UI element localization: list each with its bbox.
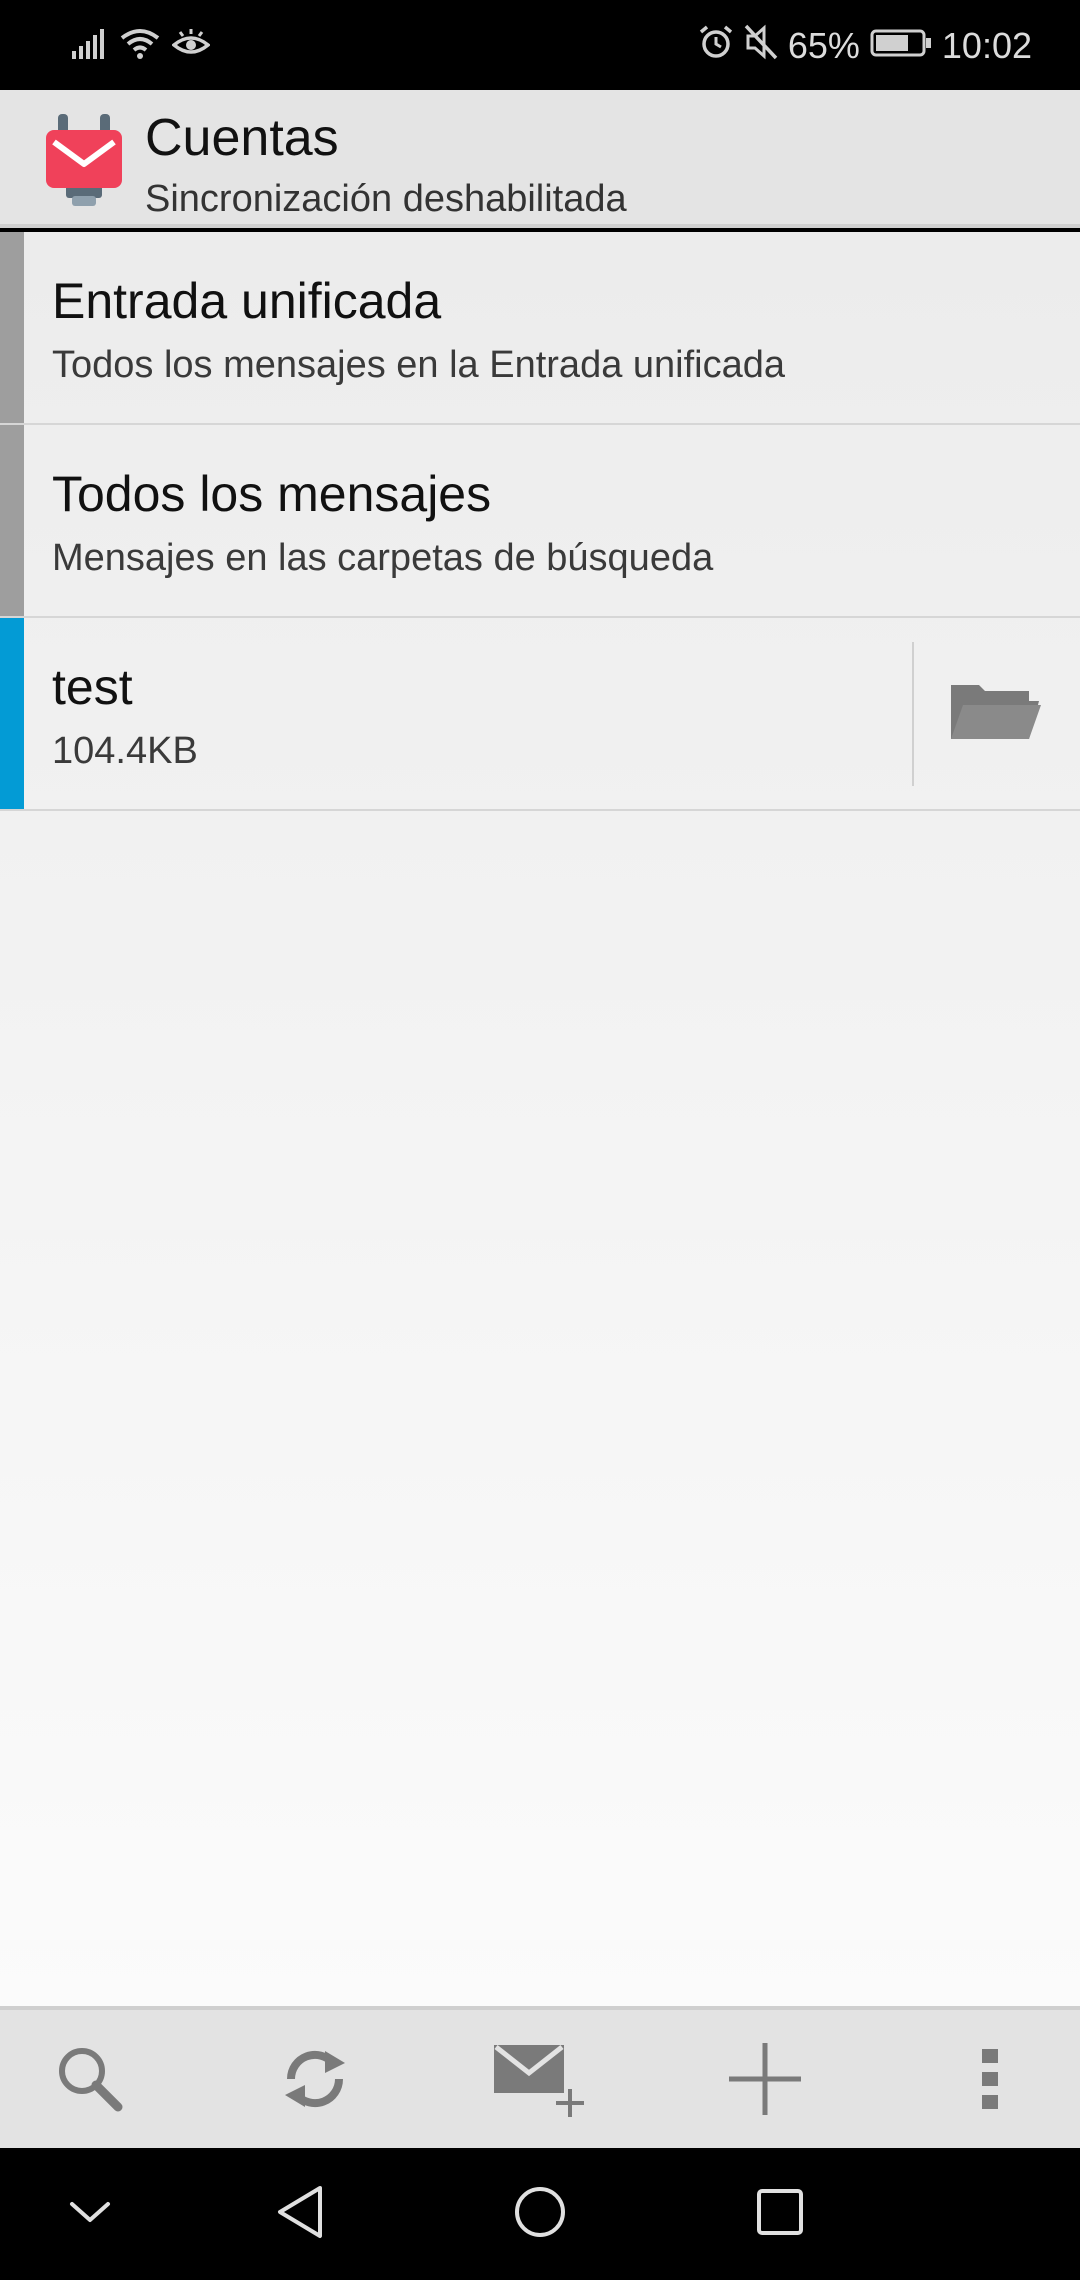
battery-icon (870, 25, 932, 67)
account-title: Todos los mensajes (52, 466, 492, 522)
row-indicator (0, 232, 24, 423)
home-button[interactable] (504, 2178, 576, 2250)
back-button[interactable] (264, 2178, 336, 2250)
home-icon (512, 2184, 568, 2245)
account-size: 104.4KB (52, 730, 198, 772)
folder-open-icon (949, 679, 1041, 748)
page-title: Cuentas (145, 109, 339, 167)
eye-comfort-icon (171, 28, 211, 64)
search-icon (54, 2043, 126, 2120)
row-indicator (0, 425, 24, 616)
refresh-button[interactable] (270, 2036, 360, 2126)
account-subtitle: Mensajes en las carpetas de búsqueda (52, 537, 714, 579)
bottom-toolbar (0, 2006, 1080, 2148)
sync-status: Sincronización deshabilitada (145, 178, 627, 220)
compose-button[interactable] (490, 2036, 590, 2126)
wifi-icon (120, 28, 160, 65)
refresh-icon (279, 2043, 351, 2120)
search-button[interactable] (45, 2036, 135, 2126)
add-account-button[interactable] (720, 2036, 810, 2126)
alarm-icon (698, 24, 734, 69)
more-options-button[interactable] (945, 2036, 1035, 2126)
back-icon (274, 2184, 326, 2245)
divider (912, 642, 914, 786)
compose-icon (492, 2041, 588, 2122)
account-list: Entrada unificada Todos los mensajes en … (0, 232, 1080, 2006)
folders-button[interactable] (930, 658, 1060, 768)
account-title: test (52, 659, 133, 715)
signal-icon (72, 28, 108, 64)
account-row-unified-inbox[interactable]: Entrada unificada Todos los mensajes en … (0, 232, 1080, 425)
account-subtitle: Todos los mensajes en la Entrada unifica… (52, 344, 786, 386)
mute-icon (744, 24, 778, 69)
account-row-all-messages[interactable]: Todos los mensajes Mensajes en las carpe… (0, 425, 1080, 618)
app-bar: Cuentas Sincronización deshabilitada (0, 90, 1080, 228)
navigation-bar (0, 2148, 1080, 2280)
row-indicator (0, 618, 24, 809)
recents-button[interactable] (744, 2178, 816, 2250)
clock: 10:02 (941, 25, 1032, 66)
collapse-nav-button[interactable] (54, 2178, 126, 2250)
more-vert-icon (978, 2047, 1002, 2116)
screen: 65% 10:02 Cuentas Sincronización deshabi… (0, 0, 1080, 2280)
collapse-icon (68, 2198, 112, 2231)
battery-percent: 65% (787, 25, 860, 66)
status-bar: 65% 10:02 (0, 0, 1080, 90)
account-title: Entrada unificada (52, 273, 442, 329)
recents-icon (755, 2187, 805, 2242)
app-logo (42, 114, 126, 208)
add-icon (727, 2041, 803, 2122)
account-row-test[interactable]: test 104.4KB (0, 618, 1080, 811)
